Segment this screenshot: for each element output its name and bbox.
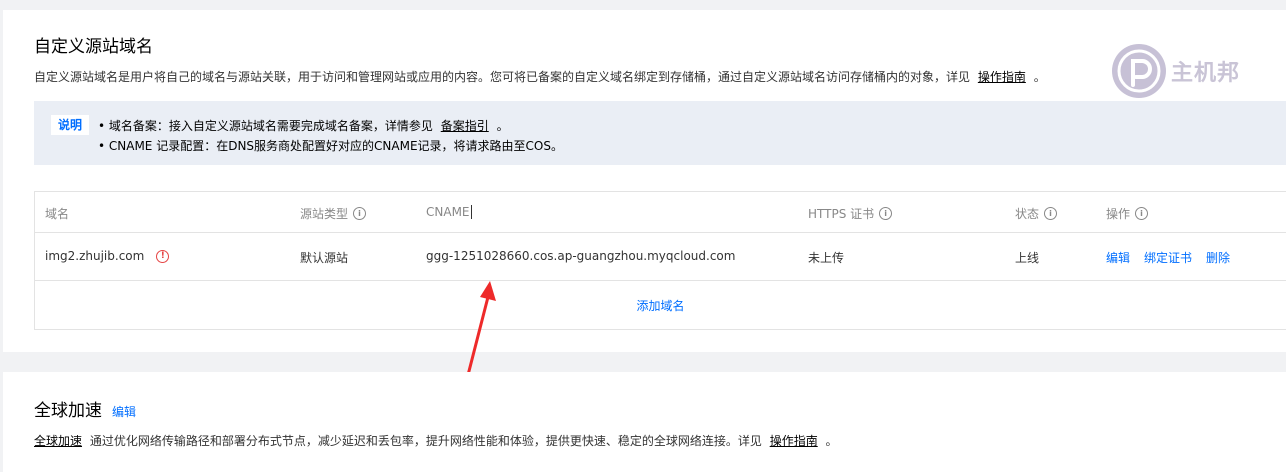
col-actions-label: 操作	[1106, 207, 1131, 221]
watermark-text: 主机邦	[1171, 60, 1241, 86]
col-actions: 操作 i	[1106, 205, 1149, 222]
watermark-logo: 主机邦	[1111, 43, 1240, 99]
notice-item-cname: • CNAME 记录配置：在DNS服务商处配置好对应的CNAME记录，将请求路由…	[98, 139, 563, 153]
domain-table: 域名 源站类型 i CNAME HTTPS 证书 i 状态 i 操作 i img…	[34, 191, 1286, 330]
domain-value: img2.zhujib.com	[45, 249, 145, 263]
col-https-label: HTTPS 证书	[808, 207, 875, 221]
cell-origin-type: 默认源站	[300, 251, 349, 265]
help-icon[interactable]: i	[353, 207, 367, 220]
col-domain: 域名	[45, 205, 69, 222]
help-icon[interactable]: i	[879, 207, 893, 220]
cell-domain: img2.zhujib.com !	[45, 249, 170, 263]
description-text: 自定义源站域名是用户将自己的域名与源站关联，用于访问和管理网站或应用的内容。您可…	[34, 70, 971, 84]
annotation-arrow-icon	[466, 281, 496, 377]
custom-domain-panel: 自定义源站域名 自定义源站域名是用户将自己的域名与源站关联，用于访问和管理网站或…	[3, 10, 1286, 352]
col-origin-type-label: 源站类型	[300, 207, 349, 221]
col-origin-type: 源站类型 i	[300, 205, 367, 222]
p-logo-icon	[1112, 44, 1166, 98]
global-accel-edit-button[interactable]: 编辑	[112, 403, 136, 420]
help-icon[interactable]: i	[1044, 207, 1058, 220]
cell-cname: ggg-1251028660.cos.ap-guangzhou.myqcloud…	[426, 249, 736, 263]
global-accel-link[interactable]: 全球加速	[34, 434, 82, 448]
add-domain-button[interactable]: 添加域名	[35, 297, 1286, 314]
cell-actions: 编辑 绑定证书 删除	[1106, 249, 1244, 266]
global-accel-panel: 全球加速 编辑 全球加速 通过优化网络传输路径和部署分布式节点，减少延迟和丢包率…	[3, 372, 1286, 472]
col-status: 状态 i	[1015, 205, 1058, 222]
notice-item-filing-text: • 域名备案：接入自定义源站域名需要完成域名备案，详情参见	[98, 119, 433, 133]
guide-link[interactable]: 操作指南	[978, 70, 1026, 84]
notice-item-filing-end: 。	[496, 119, 509, 133]
table-header: 域名 源站类型 i CNAME HTTPS 证书 i 状态 i 操作 i	[35, 192, 1286, 233]
notice-item-filing: • 域名备案：接入自定义源站域名需要完成域名备案，详情参见 备案指引 。	[98, 117, 509, 134]
warning-icon[interactable]: !	[156, 249, 170, 263]
bind-certificate-button[interactable]: 绑定证书	[1144, 249, 1192, 266]
description-end: 。	[1033, 70, 1046, 84]
col-cname-label: CNAME	[426, 205, 470, 219]
edit-button[interactable]: 编辑	[1106, 249, 1130, 266]
section-description: 自定义源站域名是用户将自己的域名与源站关联，用于访问和管理网站或应用的内容。您可…	[34, 68, 1046, 85]
notice-box: 说明 • 域名备案：接入自定义源站域名需要完成域名备案，详情参见 备案指引 。 …	[34, 101, 1286, 165]
col-cname: CNAME	[426, 205, 472, 219]
global-accel-title: 全球加速	[34, 401, 102, 421]
global-accel-header: 全球加速 编辑	[34, 396, 136, 421]
table-row: img2.zhujib.com ! 默认源站 ggg-1251028660.co…	[35, 233, 1286, 281]
col-status-label: 状态	[1015, 207, 1040, 221]
global-accel-text: 通过优化网络传输路径和部署分布式节点，减少延迟和丢包率，提升网络性能和体验，提供…	[89, 434, 762, 448]
delete-button[interactable]: 删除	[1206, 249, 1230, 266]
col-domain-label: 域名	[45, 207, 70, 221]
cell-status: 上线	[1015, 251, 1040, 265]
cell-https: 未上传	[808, 251, 845, 265]
global-accel-guide-link[interactable]: 操作指南	[770, 434, 818, 448]
col-https: HTTPS 证书 i	[808, 205, 893, 222]
global-accel-description: 全球加速 通过优化网络传输路径和部署分布式节点，减少延迟和丢包率，提升网络性能和…	[34, 432, 838, 449]
filing-guide-link[interactable]: 备案指引	[441, 119, 489, 133]
text-cursor	[470, 205, 472, 219]
help-icon[interactable]: i	[1135, 207, 1149, 220]
global-accel-end: 。	[825, 434, 838, 448]
notice-tag: 说明	[51, 115, 89, 135]
section-title: 自定义源站域名	[34, 37, 153, 57]
